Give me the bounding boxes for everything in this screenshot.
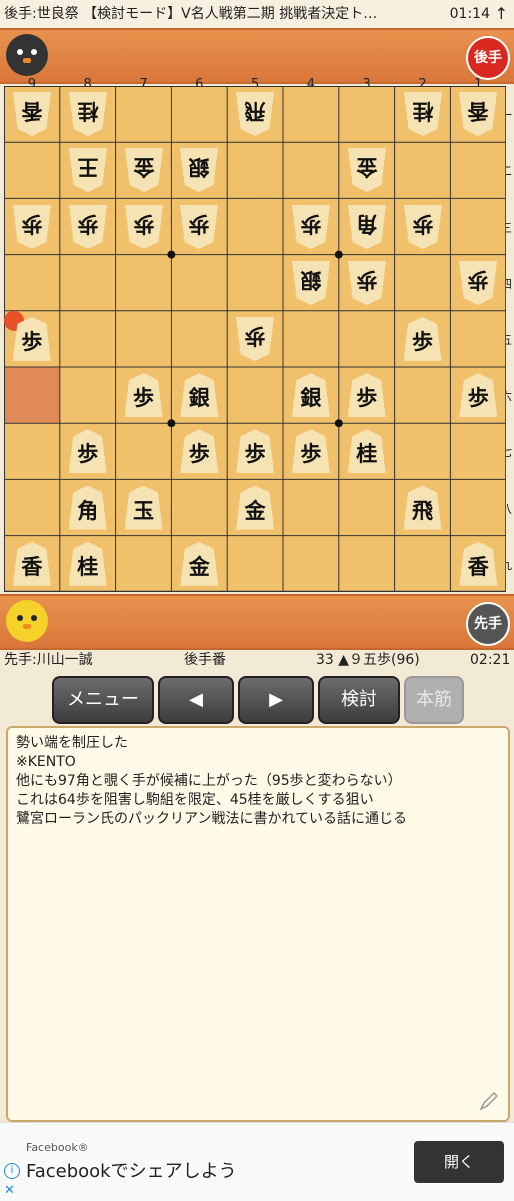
ad-banner[interactable]: Facebook® Facebookでシェアしよう 開く i ✕ <box>0 1122 514 1201</box>
gote-piece[interactable]: 銀 <box>292 261 330 305</box>
sente-piece[interactable]: 飛 <box>403 485 442 530</box>
game-info-row: 先手:川山一誠 後手番 33 ▲９五歩(96) 02:21 <box>0 648 514 672</box>
menu-button[interactable]: メニュー <box>52 676 154 724</box>
sente-piece[interactable]: 歩 <box>12 316 51 361</box>
comment-line: ※KENTO <box>16 754 76 770</box>
mainline-button[interactable]: 本筋 <box>404 676 464 724</box>
turn-indicator: 後手番 <box>184 652 226 668</box>
sente-badge: 先手 <box>466 602 510 646</box>
gote-piece[interactable]: 歩 <box>13 205 51 249</box>
sente-piece[interactable]: 歩 <box>403 316 442 361</box>
sente-piece[interactable]: 金 <box>180 541 219 586</box>
sente-piece[interactable]: 歩 <box>180 429 219 474</box>
gote-piece[interactable]: 歩 <box>236 317 274 361</box>
comment-line: 鷺宮ローラン氏のパックリアン戦法に書かれている話に通じる <box>16 811 408 827</box>
sente-piece[interactable]: 角 <box>68 485 107 530</box>
remaining-time: 02:21 <box>470 652 511 668</box>
comment-text: 勢い端を制圧した ※KENTO 他にも97角と覗く手が候補に上がった（95歩と変わら… <box>8 728 508 829</box>
sente-piece[interactable]: 銀 <box>291 373 330 418</box>
gote-player-bar: 後手 <box>0 28 514 84</box>
sente-piece[interactable]: 玉 <box>124 485 163 530</box>
gote-badge: 後手 <box>466 36 510 80</box>
sente-piece[interactable]: 銀 <box>180 373 219 418</box>
comment-line: 他にも97角と覗く手が候補に上がった（95歩と変わらない） <box>16 773 402 789</box>
sente-piece[interactable]: 歩 <box>459 373 498 418</box>
gote-piece[interactable]: 歩 <box>292 205 330 249</box>
sente-piece[interactable]: 桂 <box>68 541 107 586</box>
sente-piece[interactable]: 歩 <box>124 373 163 418</box>
upload-arrow-icon: ↑ <box>494 4 508 23</box>
sente-piece[interactable]: 香 <box>12 541 51 586</box>
ad-brand: Facebook® <box>26 1141 89 1154</box>
sente-piece[interactable]: 歩 <box>236 429 275 474</box>
ad-close-icon[interactable]: ✕ <box>4 1183 15 1198</box>
sente-piece[interactable]: 金 <box>236 485 275 530</box>
comment-line: 勢い端を制圧した <box>16 735 128 751</box>
back-button[interactable]: ◀ <box>158 676 234 724</box>
status-bar: 後手:世良祭 【検討モード】V名人戦第二期 挑戦者決定ト… 01:14 ↑ <box>0 0 514 28</box>
sente-piece[interactable]: 歩 <box>347 373 386 418</box>
comment-line: これは64歩を阻害し駒組を限定、45桂を厳しくする狙い <box>16 792 374 808</box>
comment-box[interactable]: 勢い端を制圧した ※KENTO 他にも97角と覗く手が候補に上がった（95歩と変わら… <box>6 726 510 1122</box>
sente-piece[interactable]: 歩 <box>291 429 330 474</box>
pencil-icon[interactable] <box>478 1090 500 1112</box>
sente-name: 先手:川山一誠 <box>4 652 93 668</box>
sente-piece[interactable]: 香 <box>459 541 498 586</box>
analyze-button[interactable]: 検討 <box>318 676 400 724</box>
gote-piece[interactable]: 角 <box>348 205 386 249</box>
ad-text: Facebookでシェアしよう <box>26 1161 237 1182</box>
forward-button[interactable]: ▶ <box>238 676 314 724</box>
clock-time: 01:14 <box>449 6 490 22</box>
gote-piece[interactable]: 歩 <box>404 205 442 249</box>
ad-info-icon[interactable]: i <box>4 1163 20 1179</box>
sente-piece[interactable]: 桂 <box>347 429 386 474</box>
gote-piece[interactable]: 歩 <box>180 205 218 249</box>
gote-piece[interactable]: 歩 <box>459 261 497 305</box>
shogi-board[interactable]: 香桂飛桂香王金銀金歩歩歩歩歩角歩銀歩歩歩歩歩歩銀銀歩歩歩歩歩歩桂角玉金飛香桂金香 <box>4 86 506 592</box>
sente-player-bar: 先手 <box>0 594 514 650</box>
gote-piece[interactable]: 歩 <box>69 205 107 249</box>
ad-open-button[interactable]: 開く <box>414 1141 504 1183</box>
highlight-square <box>4 367 60 424</box>
gote-avatar <box>6 34 48 76</box>
sente-piece[interactable]: 歩 <box>68 429 107 474</box>
gote-piece[interactable]: 歩 <box>348 261 386 305</box>
gote-piece[interactable]: 歩 <box>125 205 163 249</box>
last-move: 33 ▲９五歩(96) <box>316 652 420 668</box>
sente-avatar <box>6 600 48 642</box>
game-title: 後手:世良祭 【検討モード】V名人戦第二期 挑戦者決定ト… <box>4 6 378 22</box>
